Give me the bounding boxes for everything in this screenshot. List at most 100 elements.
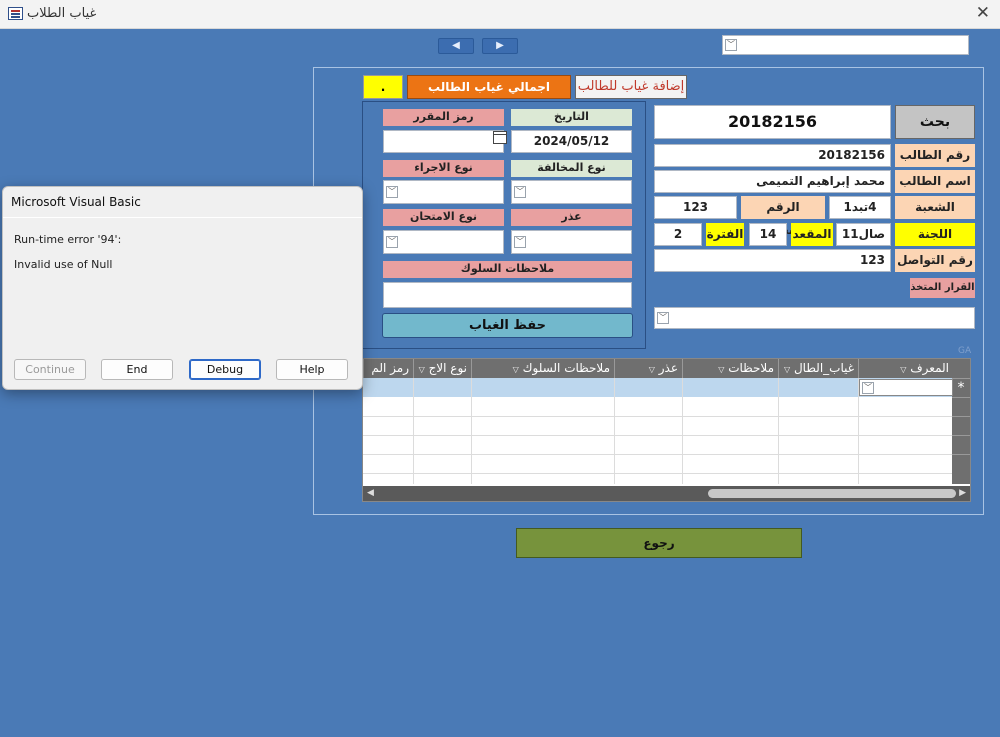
grid-row-line: [363, 435, 952, 436]
excuse-combo[interactable]: ﹀: [511, 230, 632, 254]
next-record-button[interactable]: ▶: [482, 38, 518, 54]
error-code-text: Run-time error '94':: [14, 233, 122, 246]
procedure-type-combo[interactable]: ﹀: [383, 180, 504, 204]
column-header-label: عذر: [658, 361, 678, 375]
column-header-id[interactable]: المعرف ▽: [858, 359, 953, 378]
seat-field[interactable]: 14: [749, 223, 787, 246]
chevron-down-icon[interactable]: ﹀: [514, 236, 526, 248]
grid-column-line: [614, 378, 615, 484]
absence-datasheet[interactable]: المعرف ▽ غياب_الطال ▽ ملاحظات ▽ عذر ▽ مل…: [362, 358, 971, 502]
decision-combo[interactable]: ﹀: [654, 307, 975, 329]
record-selector[interactable]: [952, 416, 970, 435]
committee-label: اللجنة: [895, 223, 975, 246]
title-bar: غياب الطلاب ✕: [0, 0, 1000, 29]
top-record-combo[interactable]: ﹀: [722, 35, 969, 55]
date-field[interactable]: 2024/05/12: [511, 130, 632, 153]
committee-field[interactable]: صال11: [836, 223, 891, 246]
absence-cell-combo[interactable]: ﹀: [859, 379, 953, 396]
record-selector[interactable]: [952, 397, 970, 416]
student-id-field[interactable]: 20182156: [654, 144, 891, 167]
procedure-type-label: نوع الاجراء: [383, 160, 504, 177]
column-header-behavior-notes[interactable]: ملاحظات السلوك ▽: [471, 359, 614, 378]
search-button[interactable]: بحث: [895, 105, 975, 139]
grid-column-line: [413, 378, 414, 484]
grid-row-line: [363, 454, 952, 455]
sort-arrow-icon[interactable]: ▽: [718, 365, 724, 374]
column-header-notes[interactable]: ملاحظات ▽: [682, 359, 778, 378]
contact-number-field[interactable]: 123: [654, 249, 891, 272]
scroll-right-icon[interactable]: ▶: [959, 488, 966, 498]
column-header-label: نوع الاج: [428, 361, 467, 375]
chevron-down-icon[interactable]: ﹀: [725, 39, 737, 51]
search-input[interactable]: 20182156: [654, 105, 891, 139]
vba-error-dialog: Microsoft Visual Basic Run-time error '9…: [2, 186, 363, 390]
save-absence-button[interactable]: حفظ الغياب: [382, 313, 633, 338]
period-field[interactable]: 2: [654, 223, 702, 246]
grid-column-line: [858, 378, 859, 484]
exam-type-label: نوع الامتحان: [383, 209, 504, 226]
grid-row-line: [363, 416, 952, 417]
student-id-label: رقم الطالب: [895, 144, 975, 167]
form-icon: [8, 7, 23, 20]
date-label: التاريخ: [511, 109, 632, 126]
close-icon[interactable]: ✕: [976, 3, 990, 23]
grid-column-line: [682, 378, 683, 484]
error-message-text: Invalid use of Null: [14, 258, 113, 271]
course-code-field[interactable]: [383, 130, 504, 153]
personal-id-label: الرقم الشخصى: [741, 196, 825, 237]
contact-number-label: رقم التواصل: [895, 249, 975, 272]
chevron-down-icon[interactable]: ﹀: [514, 186, 526, 198]
previous-record-button[interactable]: ◀: [438, 38, 474, 54]
behavior-notes-label: ملاحظات السلوك: [383, 261, 632, 278]
column-header-label: ملاحظات: [728, 361, 774, 375]
period-label: الفترة: [706, 223, 744, 246]
back-button[interactable]: رجوع: [516, 528, 802, 558]
total-absence-button[interactable]: اجمالي غياب الطالب: [407, 75, 571, 99]
course-code-label: رمز المقرر: [383, 109, 504, 126]
add-absence-button[interactable]: إضافة غياب للطالب: [575, 75, 687, 99]
chevron-down-icon[interactable]: ﹀: [386, 186, 398, 198]
sort-arrow-icon[interactable]: ▽: [649, 365, 655, 374]
column-header-label: ملاحظات السلوك: [522, 361, 610, 375]
debug-button[interactable]: Debug: [189, 359, 261, 380]
sort-arrow-icon[interactable]: ▽: [900, 365, 906, 374]
scroll-left-icon[interactable]: ◀: [367, 488, 374, 498]
dialog-divider: [3, 217, 362, 218]
help-button[interactable]: Help: [276, 359, 348, 380]
record-selector[interactable]: [952, 454, 970, 473]
section-field[interactable]: 4تبد1: [829, 196, 891, 219]
column-header-course-code[interactable]: رمز الم: [363, 359, 413, 378]
personal-id-field[interactable]: 123: [654, 196, 737, 219]
behavior-notes-field[interactable]: [383, 282, 632, 308]
sort-arrow-icon[interactable]: ▽: [513, 365, 519, 374]
column-header-procedure-type[interactable]: نوع الاج ▽: [413, 359, 471, 378]
horizontal-scrollbar[interactable]: ◀ ▶: [363, 486, 970, 501]
absence-count-box: .: [363, 75, 403, 99]
grid-column-line: [778, 378, 779, 484]
column-header-label: المعرف: [910, 361, 949, 375]
chevron-down-icon[interactable]: ﹀: [657, 312, 669, 324]
column-header-excuse[interactable]: عذر ▽: [614, 359, 682, 378]
sort-arrow-icon[interactable]: ▽: [419, 365, 425, 374]
student-name-label: اسم الطالب: [895, 170, 975, 193]
window-title: غياب الطلاب: [27, 6, 97, 21]
record-selector[interactable]: [952, 435, 970, 454]
calendar-icon[interactable]: [493, 131, 507, 144]
student-name-field[interactable]: محمد إبراهيم التميمى: [654, 170, 891, 193]
chevron-down-icon[interactable]: ﹀: [862, 381, 874, 394]
grid-column-line: [471, 378, 472, 484]
end-button[interactable]: End: [101, 359, 173, 380]
column-header-label: غياب_الطال: [793, 361, 854, 375]
chevron-down-icon[interactable]: ﹀: [386, 236, 398, 248]
dialog-title: Microsoft Visual Basic: [11, 195, 141, 209]
scrollbar-thumb[interactable]: [708, 489, 956, 498]
column-header-absence[interactable]: غياب_الطال ▽: [778, 359, 858, 378]
column-header-label: رمز الم: [371, 361, 409, 375]
violation-type-label: نوع المخالفة: [511, 160, 632, 177]
new-record-selector[interactable]: *: [952, 378, 970, 397]
exam-type-combo[interactable]: ﹀: [383, 230, 504, 254]
seat-label: المقعد: [791, 223, 833, 246]
sort-arrow-icon[interactable]: ▽: [784, 365, 790, 374]
violation-type-combo[interactable]: ﹀: [511, 180, 632, 204]
grid-corner-label: GA: [958, 346, 972, 356]
